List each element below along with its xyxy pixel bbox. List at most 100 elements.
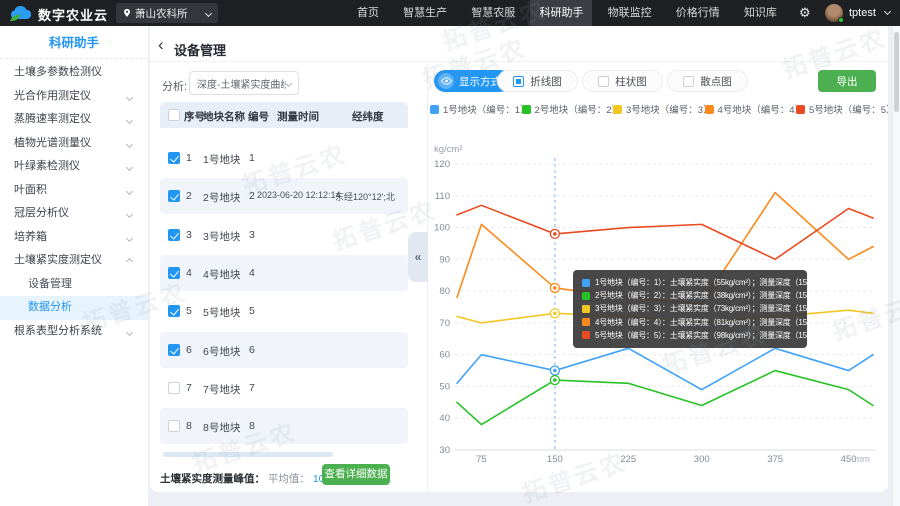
analysis-select[interactable]: 深度-土壤紧实度曲线 [189,71,299,95]
sidebar-item-2[interactable]: 蒸腾速率测定仪 [0,108,148,132]
cell-code: 4 [249,267,255,279]
series-line-1 [457,371,873,425]
highlight-marker-dot-1 [553,378,557,382]
sidebar-item-8[interactable]: 土壤紧实度测定仪 [0,249,148,273]
chart-type-pill-0[interactable]: 折线图 [497,70,578,92]
table-row-6[interactable]: 66号地块6 [160,332,408,368]
nav-item-6[interactable]: 知识库 [735,0,786,26]
nav-item-1[interactable]: 智慧生产 [394,0,456,26]
sidebar-item-0[interactable]: 土壤多参数检测仪 [0,61,148,85]
location-select[interactable]: 萧山农科所 [116,3,218,23]
x-tick-label: 300 [694,454,710,464]
highlight-marker-dot-2 [553,312,557,316]
nav-item-0[interactable]: 首页 [348,0,388,26]
row-checkbox[interactable] [168,229,180,241]
sidebar-item-10[interactable]: 数据分析 [0,296,148,320]
table-row-7[interactable]: 77号地块7 [160,370,408,406]
chevron-down-icon [126,328,133,335]
legend-item-4[interactable]: 5号地块（编号：5） [796,101,888,117]
cell-plot-name: 8号地块 [203,420,240,435]
export-button[interactable]: 导出 [818,70,876,92]
sidebar-item-label: 设备管理 [28,278,72,290]
chevron-down-icon [126,211,133,218]
cell-measure-time: 2023-06-20 12:12:14 [257,190,341,200]
x-tick-label: 225 [620,454,636,464]
view-detail-button[interactable]: 查看详细数据 [322,464,390,485]
sidebar-item-6[interactable]: 冠层分析仪 [0,202,148,226]
legend-item-0[interactable]: 1号地块（编号：1） [430,101,522,117]
table-row-8[interactable]: 88号地块8 [160,408,408,444]
table-row-3[interactable]: 33号地块3 [160,217,408,253]
username[interactable]: tptest [849,7,876,19]
tooltip-swatch [582,331,590,339]
page-title: 设备管理 [174,40,226,59]
table-row-2[interactable]: 22号地块22023-06-20 12:12:14东经120°12';北 [160,178,408,214]
divider [0,58,148,59]
sidebar-item-4[interactable]: 叶绿素检测仪 [0,155,148,179]
brand-title: 数字农业云 [38,5,108,24]
sidebar-item-9[interactable]: 设备管理 [0,273,148,297]
collapse-panel-handle[interactable]: « [408,232,428,282]
tooltip-text: 4号地块（编号：4）：土壤紧实度（81kg/cm²）；测量深度（150 mm） [595,317,807,328]
sidebar-item-7[interactable]: 培养箱 [0,226,148,250]
series-line-4 [457,205,873,259]
nav-item-3[interactable]: 科研助手 [530,0,592,26]
cell-plot-name: 4号地块 [203,267,240,282]
back-button[interactable]: ‹ [158,36,164,53]
sidebar-item-label: 数据分析 [28,301,72,313]
sidebar-item-3[interactable]: 植物光谱测量仪 [0,132,148,156]
horizontal-scrollbar[interactable] [163,452,333,457]
legend-swatch [796,105,805,114]
chevron-down-icon [126,187,133,194]
chart-type-label: 柱状图 [615,74,647,89]
legend-item-1[interactable]: 2号地块（编号：2） [522,101,614,117]
chart-type-checkbox[interactable] [683,76,694,87]
chart-type-pill-1[interactable]: 柱状图 [582,70,663,92]
nav-item-5[interactable]: 价格行情 [667,0,729,26]
vertical-scrollbar[interactable] [892,26,900,506]
sidebar-item-11[interactable]: 根系表型分析系统 [0,320,148,344]
row-checkbox[interactable] [168,344,180,356]
row-checkbox[interactable] [168,305,180,317]
legend-swatch [430,105,439,114]
sidebar-item-label: 植物光谱测量仪 [14,137,91,149]
table-row-1[interactable]: 11号地块1 [160,140,408,176]
scrollbar-thumb[interactable] [894,32,899,112]
chart-type-checkbox[interactable] [513,76,524,87]
sidebar-title: 科研助手 [0,33,148,53]
legend-item-3[interactable]: 4号地块（编号：4） [705,101,797,117]
settings-gear-icon[interactable]: ⚙ [799,4,811,22]
column-header: 测量时间 [277,109,319,124]
tooltip-swatch [582,318,590,326]
cell-plot-name: 5号地块 [203,305,240,320]
row-checkbox[interactable] [168,420,180,432]
row-checkbox[interactable] [168,267,180,279]
row-checkbox[interactable] [168,152,180,164]
cell-index: 3 [186,229,192,241]
sidebar-item-label: 光合作用测定仪 [14,90,91,102]
nav-item-4[interactable]: 物联监控 [599,0,661,26]
chart-type-checkbox[interactable] [598,76,609,87]
chart-legend: 1号地块（编号：1） 2号地块（编号：2） 3号地块（编号：3）4号地块（编号：4）… [430,101,888,117]
y-tick-label: 40 [439,413,450,424]
legend-item-2[interactable]: 3号地块（编号：3） [613,101,705,117]
sidebar-item-1[interactable]: 光合作用测定仪 [0,85,148,109]
cell-code: 3 [249,229,255,241]
y-tick-label: 80 [439,286,450,297]
row-checkbox[interactable] [168,382,180,394]
table-row-4[interactable]: 44号地块4 [160,255,408,291]
tooltip-text: 3号地块（编号：3）：土壤紧实度（73kg/cm²）；测量深度（150 mm） [595,303,807,314]
table-row-5[interactable]: 55号地块5 [160,293,408,329]
chart-type-pill-2[interactable]: 散点图 [667,70,748,92]
nav-item-2[interactable]: 智慧农服 [462,0,524,26]
avatar[interactable] [825,4,843,22]
select-all-checkbox[interactable] [168,109,180,121]
legend-label: 2号地块（编号：2） [535,102,614,116]
tooltip-row-3: 4号地块（编号：4）：土壤紧实度（81kg/cm²）；测量深度（150 mm） [582,316,798,329]
tooltip-row-2: 3号地块（编号：3）：土壤紧实度（73kg/cm²）；测量深度（150 mm） [582,302,798,315]
row-checkbox[interactable] [168,190,180,202]
user-chevron-icon[interactable] [884,8,891,15]
sidebar-menu: 土壤多参数检测仪光合作用测定仪蒸腾速率测定仪植物光谱测量仪叶绿素检测仪叶面积冠层… [0,61,148,343]
sidebar-item-5[interactable]: 叶面积 [0,179,148,203]
legend-label: 3号地块（编号：3） [626,102,705,116]
